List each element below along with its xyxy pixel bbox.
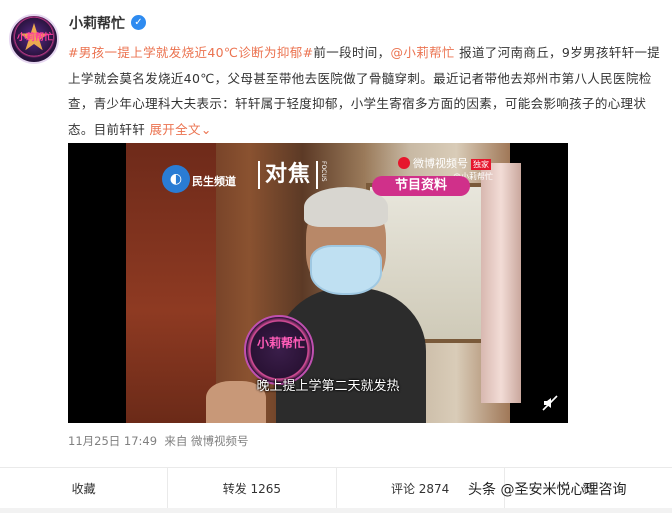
timestamp[interactable]: 11月25日 17:49	[68, 434, 157, 448]
focus-program-sub: FOCUS	[320, 161, 327, 182]
post-text-part-1: 前一段时间，	[313, 45, 391, 60]
bottom-divider	[0, 508, 672, 513]
video-subtitle: 晚上提上学第二天就发热	[256, 379, 400, 394]
post-source: 来自 微博视频号	[164, 434, 249, 448]
program-data-tag: 节目资料	[372, 176, 470, 196]
expand-full-text-link[interactable]: 展开全文⌄	[149, 122, 211, 137]
chevron-down-icon: ⌄	[200, 121, 212, 137]
curtain	[481, 163, 521, 403]
mention-link[interactable]: @小莉帮忙	[391, 45, 455, 60]
mute-icon[interactable]	[542, 395, 558, 411]
toutiao-watermark: 头条 @圣安米悦心理咨询	[468, 482, 627, 498]
exclusive-badge: 独家	[471, 159, 491, 170]
avatar[interactable]: 小莉帮忙	[9, 14, 59, 64]
username[interactable]: 小莉帮忙	[69, 13, 125, 33]
post-meta: 11月25日 17:49 来自 微博视频号	[68, 433, 249, 449]
post-text: #男孩一提上学就发烧近40℃诊断为抑郁#前一段时间，@小莉帮忙 报道了河南商丘，…	[68, 40, 664, 142]
favorite-button[interactable]: 收藏	[0, 468, 169, 508]
channel-name: 民生频道	[192, 175, 236, 188]
video-player[interactable]: 小莉帮忙 ◐ 民生频道 对焦 FOCUS 微博视频号 独家 @小莉帮忙 节目资料 …	[68, 143, 568, 423]
weibo-video-badge: 微博视频号 独家	[398, 155, 491, 171]
channel-logo-icon: ◐	[162, 165, 190, 193]
repost-button[interactable]: 转发 1265	[168, 468, 337, 508]
avatar-logo-text: 小莉帮忙	[17, 33, 54, 43]
weibo-eye-icon	[398, 157, 410, 169]
hashtag-link[interactable]: #男孩一提上学就发烧近40℃诊断为抑郁#	[68, 45, 313, 60]
focus-program-logo: 对焦	[258, 161, 319, 189]
verified-icon: ✓	[131, 15, 146, 30]
